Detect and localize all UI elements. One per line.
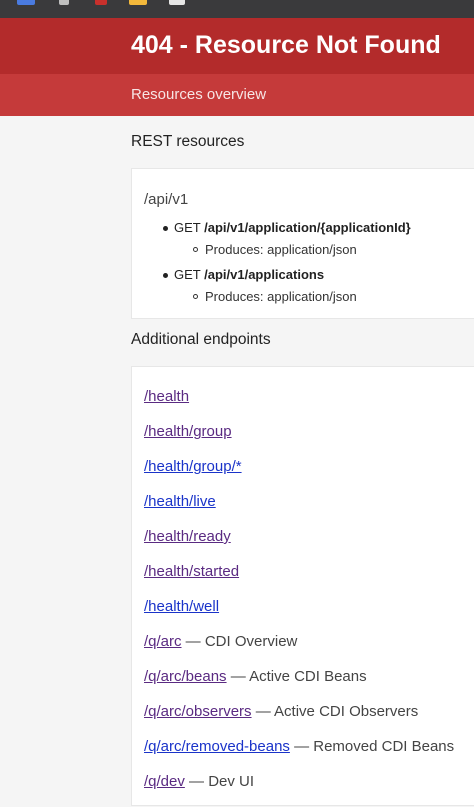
endpoint-link[interactable]: /q/arc [144, 633, 182, 650]
endpoint-description: — Removed CDI Beans [289, 738, 455, 755]
http-method: GET [174, 267, 201, 282]
resource-path: /api/v1/application/{applicationId} [204, 220, 411, 235]
tab-favicon-gray-icon[interactable] [59, 0, 69, 5]
resource-item: GET /api/v1/application/{applicationId} … [144, 219, 411, 259]
endpoint-link[interactable]: /q/arc/observers [144, 703, 252, 720]
endpoint-link[interactable]: /health/ready [144, 528, 231, 545]
tab-favicon-yellow-icon[interactable] [129, 0, 147, 5]
endpoint-item: /health/group [144, 422, 454, 457]
endpoint-description: — Dev UI [184, 773, 255, 790]
rest-resources-heading: REST resources [131, 133, 245, 150]
page-title: 404 - Resource Not Found [131, 31, 441, 59]
additional-endpoints-card: /health/health/group/health/group/* /heal… [131, 366, 474, 806]
http-method: GET [174, 220, 201, 235]
endpoint-item: /health/group/* [144, 457, 454, 492]
endpoint-list: /health/health/group/health/group/* /heal… [144, 387, 454, 807]
subheader-label: Resources overview [131, 86, 267, 103]
endpoint-link[interactable]: /q/dev [144, 773, 185, 790]
endpoint-item: /q/arc/observers — Active CDI Observers [144, 702, 454, 737]
tab-favicon-blue-icon[interactable] [17, 0, 35, 5]
rest-resources-card: /api/v1 GET /api/v1/application/{applica… [131, 168, 474, 319]
endpoint-item: /q/dev — Dev UI [144, 772, 454, 807]
endpoint-description: — CDI Overview [181, 633, 298, 650]
endpoint-description: — Active CDI Beans [226, 668, 367, 685]
endpoint-link[interactable]: /health/live [144, 493, 216, 510]
resource-path: /api/v1/applications [204, 267, 325, 282]
endpoint-item: /health/live [144, 492, 454, 527]
endpoint-description: — Active CDI Observers [251, 703, 419, 720]
api-root-path: /api/v1 [144, 191, 189, 208]
endpoint-link[interactable]: /health/group [144, 423, 232, 440]
endpoint-item: /health [144, 387, 454, 422]
endpoint-link[interactable]: /health [144, 388, 189, 405]
page-header: 404 - Resource Not Found [0, 18, 474, 74]
resource-item: GET /api/v1/applications Produces: appli… [144, 266, 411, 306]
endpoint-link[interactable]: /q/arc/removed-beans [144, 738, 290, 755]
endpoint-link[interactable]: /health/group/* [144, 458, 242, 475]
endpoint-link[interactable]: /health/well [144, 598, 219, 615]
additional-endpoints-heading: Additional endpoints [131, 331, 271, 348]
endpoint-link[interactable]: /health/started [144, 563, 239, 580]
endpoint-item: /health/well [144, 597, 454, 632]
endpoint-item: /q/arc — CDI Overview [144, 632, 454, 667]
resource-list: GET /api/v1/application/{applicationId} … [144, 219, 411, 313]
subheader-bar: Resources overview [0, 74, 474, 116]
endpoint-link[interactable]: /q/arc/beans [144, 668, 227, 685]
tab-favicon-red-icon[interactable] [95, 0, 107, 5]
endpoint-item: /health/started [144, 562, 454, 597]
tab-favicon-white-icon[interactable] [169, 0, 185, 5]
resource-endpoint: GET /api/v1/applications [144, 266, 411, 284]
produces-type: Produces: application/json [144, 241, 411, 259]
endpoint-item: /health/ready [144, 527, 454, 562]
browser-tab-strip [0, 0, 474, 18]
resource-endpoint: GET /api/v1/application/{applicationId} [144, 219, 411, 237]
endpoint-item: /q/arc/removed-beans — Removed CDI Beans [144, 737, 454, 772]
endpoint-item: /q/arc/beans — Active CDI Beans [144, 667, 454, 702]
produces-type: Produces: application/json [144, 288, 411, 306]
